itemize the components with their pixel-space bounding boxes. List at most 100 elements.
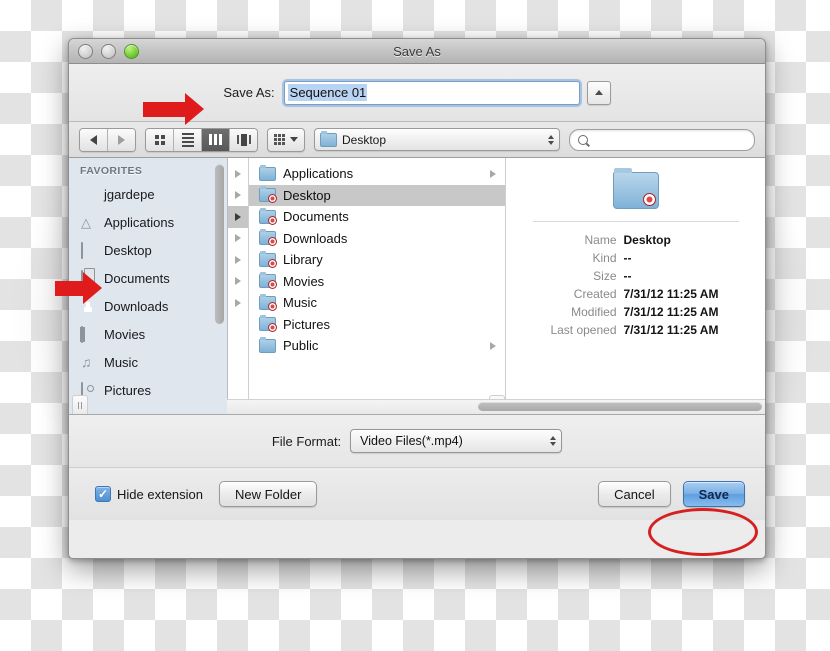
file-row[interactable]: Documents — [249, 206, 505, 228]
check-glyph: ✓ — [97, 487, 109, 501]
column-resize-grip[interactable] — [72, 395, 88, 414]
forward-arrow-icon — [118, 134, 125, 145]
folder-icon — [259, 336, 276, 353]
file-row-label: Music — [283, 295, 317, 311]
hide-extension-checkbox[interactable]: ✓ Hide extension — [95, 486, 203, 502]
info-key: Kind — [592, 251, 617, 265]
zoom-button[interactable] — [124, 43, 139, 59]
sidebar-item-applications[interactable]: △ Applications — [69, 208, 227, 236]
expand-browser-button[interactable] — [586, 80, 611, 105]
current-folder-popup[interactable]: Desktop — [314, 128, 560, 151]
folder-restricted-icon — [259, 293, 277, 311]
info-value: -- — [623, 269, 632, 283]
navigation-buttons — [79, 127, 136, 152]
sidebar-scrollbar[interactable] — [215, 164, 224, 324]
sidebar-item-jgardepe[interactable]: jgardepe — [69, 180, 227, 208]
info-key: Modified — [571, 305, 617, 319]
icon-view-button[interactable] — [146, 128, 174, 151]
disclosure-arrow[interactable] — [228, 249, 248, 271]
folder-restricted-icon — [259, 315, 277, 333]
file-row-label: Public — [283, 338, 319, 354]
file-row[interactable]: Music — [249, 292, 505, 314]
file-browser-toolbar: Desktop — [69, 122, 765, 158]
folder-restricted-icon — [259, 229, 277, 247]
search-input[interactable] — [569, 128, 755, 151]
sidebar-item-label: Downloads — [104, 298, 169, 314]
sidebar-item-pictures[interactable]: Pictures — [69, 376, 227, 404]
new-folder-button[interactable]: New Folder — [219, 481, 318, 507]
arrange-button[interactable] — [267, 127, 305, 152]
sidebar-item-movies[interactable]: Movies — [69, 320, 227, 348]
applications-icon: △ — [81, 214, 91, 230]
file-format-popup[interactable]: Video Files(*.mp4) — [350, 429, 563, 453]
disclosure-arrow[interactable] — [228, 163, 248, 185]
file-row-label: Documents — [283, 209, 349, 225]
hide-extension-label: Hide extension — [117, 486, 203, 502]
info-row: Kind -- — [533, 249, 739, 267]
info-key: Size — [593, 269, 617, 283]
divider — [532, 221, 739, 222]
popup-stepper-icon — [548, 134, 554, 145]
chevron-right-icon — [235, 191, 241, 200]
coverflow-view-button[interactable] — [230, 128, 257, 151]
file-row[interactable]: Public — [249, 335, 505, 357]
file-row[interactable]: Applications — [249, 163, 505, 185]
list-icon — [181, 132, 194, 147]
sidebar-item-desktop[interactable]: Desktop — [69, 236, 227, 264]
file-row[interactable]: Pictures — [249, 314, 505, 336]
forward-button[interactable] — [108, 128, 135, 151]
home-icon — [81, 187, 97, 202]
list-view-button[interactable] — [174, 128, 202, 151]
file-row-label: Movies — [283, 273, 325, 289]
file-row-selected[interactable]: Desktop — [249, 184, 505, 206]
window-title: Save As — [393, 43, 441, 59]
horizontal-scrollbar[interactable] — [227, 399, 765, 414]
chevron-right-icon — [235, 212, 241, 221]
checkbox-icon: ✓ — [95, 486, 111, 502]
sidebar-item-label: Applications — [104, 214, 175, 230]
cancel-button[interactable]: Cancel — [598, 481, 671, 507]
info-value: -- — [623, 251, 632, 265]
info-key: Name — [584, 233, 617, 247]
chevron-down-icon — [290, 137, 298, 142]
column-view-button[interactable] — [202, 128, 230, 151]
disclosure-arrow-selected[interactable] — [228, 206, 248, 228]
folder-contents-column: Applications Desktop Documents Downloads… — [249, 158, 506, 414]
annotation-arrow-to-desktop-sidebar-item — [55, 272, 102, 304]
save-button[interactable]: Save — [682, 481, 745, 507]
movies-icon — [81, 325, 97, 343]
filename-input[interactable]: Sequence 01 — [283, 80, 580, 105]
disclosure-arrow[interactable] — [228, 271, 248, 293]
window-titlebar: Save As — [69, 39, 765, 64]
sidebar-item-music[interactable]: ♫ Music — [69, 348, 227, 376]
minimize-button[interactable] — [101, 43, 116, 59]
file-row-label: Library — [283, 252, 323, 268]
info-row: Size -- — [533, 267, 739, 285]
chevron-right-icon — [235, 234, 241, 243]
disclosure-arrow[interactable] — [228, 228, 248, 250]
back-button[interactable] — [80, 128, 108, 151]
info-row: Name Desktop — [533, 231, 739, 249]
folder-restricted-icon — [259, 250, 277, 268]
favorites-header: FAVORITES — [80, 165, 143, 177]
info-key: Created — [573, 287, 617, 301]
annotation-arrow-to-save-as-field — [143, 93, 204, 125]
chevron-right-icon — [235, 255, 241, 264]
info-row: Created 7/31/12 11:25 AM — [533, 285, 739, 303]
chevron-right-icon — [490, 169, 496, 178]
disclosure-arrow[interactable] — [228, 185, 248, 207]
file-row[interactable]: Downloads — [249, 228, 505, 250]
close-button[interactable] — [78, 43, 93, 59]
current-folder-label: Desktop — [342, 132, 387, 147]
info-value: 7/31/12 11:25 AM — [623, 323, 719, 337]
file-row[interactable]: Movies — [249, 271, 505, 293]
file-row-label: Pictures — [283, 316, 330, 332]
view-mode-buttons — [145, 127, 258, 152]
folder-restricted-icon — [259, 272, 277, 290]
file-browser: FAVORITES jgardepe △ Applications Deskto… — [69, 158, 765, 415]
search-icon — [578, 134, 588, 145]
disclosure-arrow[interactable] — [228, 292, 248, 314]
info-row: Last opened 7/31/12 11:25 AM — [533, 321, 739, 339]
file-row[interactable]: Library — [249, 249, 505, 271]
horizontal-scrollbar-thumb[interactable] — [478, 402, 762, 411]
